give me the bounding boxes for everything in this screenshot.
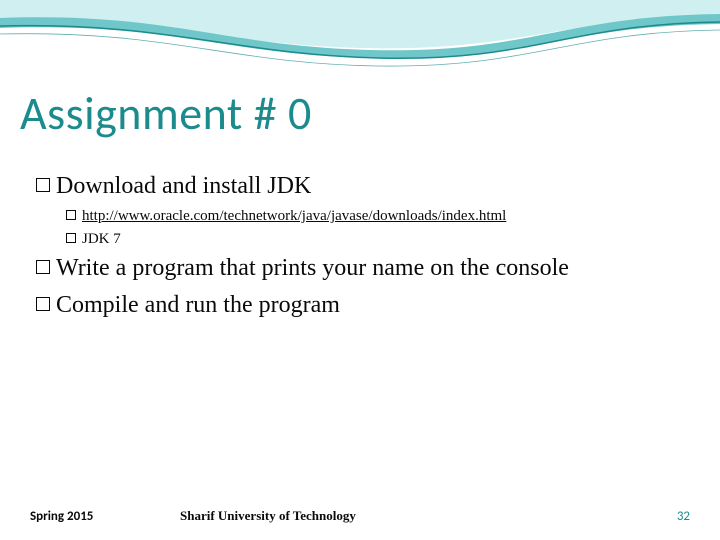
bullet-text: Download and install JDK: [56, 170, 311, 202]
square-bullet-icon: [66, 210, 76, 220]
bullet-subitem: JDK 7: [66, 229, 684, 250]
wave-svg: [0, 0, 720, 70]
slide-title: Assignment # 0: [20, 86, 312, 142]
square-bullet-icon: [36, 297, 50, 311]
bullet-link-text[interactable]: http://www.oracle.com/technetwork/java/j…: [82, 206, 506, 227]
bullet-item: Compile and run the program: [36, 289, 684, 321]
bullet-item: Write a program that prints your name on…: [36, 252, 684, 284]
footer-institution: Sharif University of Technology: [180, 508, 356, 524]
slide-footer: Spring 2015 32: [0, 509, 720, 524]
bullet-item: Download and install JDK: [36, 170, 684, 202]
slide: Assignment # 0 Download and install JDK …: [0, 0, 720, 540]
body-content: Download and install JDK http://www.orac…: [36, 170, 684, 325]
bullet-text: JDK 7: [82, 229, 121, 250]
decorative-wave: [0, 0, 720, 70]
square-bullet-icon: [36, 178, 50, 192]
square-bullet-icon: [36, 260, 50, 274]
footer-term: Spring 2015: [30, 509, 93, 524]
page-number: 32: [677, 509, 690, 524]
bullet-subitem: http://www.oracle.com/technetwork/java/j…: [66, 206, 684, 227]
square-bullet-icon: [66, 233, 76, 243]
bullet-text: Write a program that prints your name on…: [56, 252, 569, 284]
bullet-text: Compile and run the program: [56, 289, 340, 321]
